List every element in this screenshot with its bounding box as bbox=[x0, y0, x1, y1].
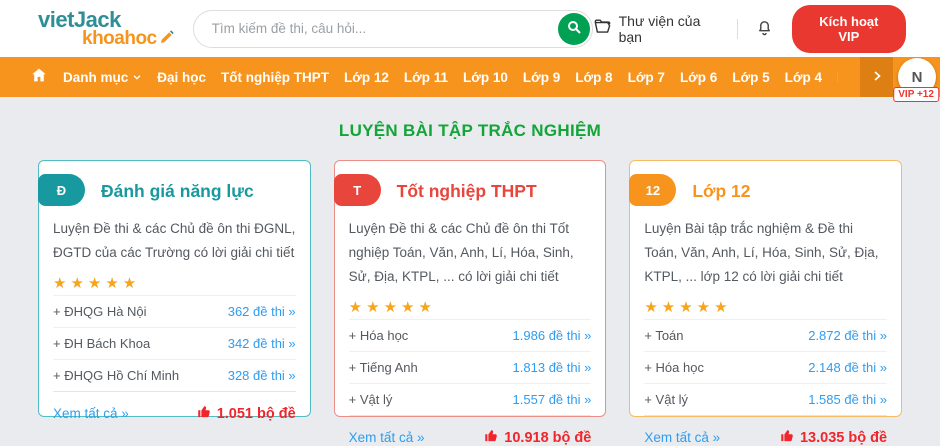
nav-item-lop-9[interactable]: Lớp 9 bbox=[523, 70, 560, 85]
category-cards: Đ Đánh giá năng lực Luyện Đề thi & các C… bbox=[38, 160, 903, 446]
exam-count-link[interactable]: 362 đề thi » bbox=[228, 304, 296, 319]
total-sets-value: 10.918 bộ đề bbox=[504, 429, 592, 446]
home-button[interactable] bbox=[30, 66, 48, 89]
site-logo[interactable]: vietJack khoahoc bbox=[38, 8, 175, 49]
activate-vip-button[interactable]: Kích hoạt VIP bbox=[791, 4, 906, 53]
thumbs-up-icon bbox=[780, 428, 795, 446]
card-description: Luyện Bài tập trắc nghiệm & Đề thi Toán,… bbox=[644, 221, 879, 284]
nav-item-danh-muc[interactable]: Danh mục bbox=[63, 70, 142, 85]
total-sets-value: 13.035 bộ đề bbox=[799, 429, 888, 446]
search-bar bbox=[192, 9, 593, 48]
chevron-down-icon bbox=[132, 70, 142, 85]
list-item[interactable]: + Vật lý 1.557 đề thi » bbox=[348, 383, 592, 415]
exam-count-link[interactable]: 1.986 đề thi » bbox=[513, 328, 592, 343]
exam-count-link[interactable]: 342 đề thi » bbox=[228, 336, 296, 351]
nav-item-lop-3-truncated[interactable]: Lớp bbox=[837, 70, 838, 85]
nav-item-lop-11[interactable]: Lớp 11 bbox=[404, 70, 448, 85]
search-icon bbox=[566, 19, 582, 38]
view-all-link[interactable]: Xem tất cả » bbox=[644, 430, 720, 445]
chevron-right-icon bbox=[871, 70, 883, 85]
library-link[interactable]: Thư viện của bạn bbox=[593, 13, 722, 45]
exam-count-link[interactable]: 1.585 đề thi » bbox=[808, 392, 887, 407]
card-badge: T bbox=[333, 174, 381, 206]
header-divider bbox=[736, 18, 738, 39]
nav-item-lop-5[interactable]: Lớp 5 bbox=[732, 70, 769, 85]
view-all-link[interactable]: Xem tất cả » bbox=[53, 406, 129, 421]
bell-icon bbox=[755, 18, 774, 40]
total-sets: 10.918 bộ đề bbox=[484, 428, 591, 446]
card-badge: Đ bbox=[38, 174, 85, 206]
section-title: LUYỆN BÀI TẬP TRẮC NGHIỆM bbox=[338, 121, 602, 140]
view-all-link[interactable]: Xem tất cả » bbox=[349, 430, 425, 445]
rating-stars-icon: ★★★★★ bbox=[53, 275, 141, 292]
list-item[interactable]: + Toán 2.872 đề thi » bbox=[644, 319, 888, 351]
rating-stars-icon: ★★★★★ bbox=[348, 299, 436, 316]
nav-item-lop-7[interactable]: Lớp 7 bbox=[628, 70, 665, 85]
list-item[interactable]: + Hóa học 1.986 đề thi » bbox=[348, 319, 592, 351]
main-nav: Danh mục Đại học Tốt nghiệp THPT Lớp 12 … bbox=[0, 57, 940, 102]
nav-scroll-next-button[interactable] bbox=[860, 57, 893, 97]
logo-text-khoahoc: khoahoc bbox=[82, 28, 157, 49]
card-title-link[interactable]: Lớp 12 bbox=[692, 176, 887, 206]
list-item[interactable]: + ĐHQG Hà Nội 362 đề thi » bbox=[53, 295, 296, 327]
rating-stars-icon: ★★★★★ bbox=[644, 299, 732, 316]
library-label: Thư viện của bạn bbox=[618, 12, 701, 45]
subject-label: + Hóa học bbox=[348, 328, 409, 343]
exam-count-link[interactable]: 2.148 đề thi » bbox=[808, 360, 887, 375]
exam-count-link[interactable]: 1.557 đề thi » bbox=[513, 392, 592, 407]
card-description: Luyện Đề thi & các Chủ đề ôn thi ĐGNL, Đ… bbox=[53, 221, 296, 260]
nav-item-lop-8[interactable]: Lớp 8 bbox=[575, 70, 612, 85]
card-footer: Xem tất cả » 13.035 bộ đề bbox=[644, 415, 888, 446]
nav-item-lop-4[interactable]: Lớp 4 bbox=[785, 70, 822, 85]
thumbs-up-icon bbox=[484, 428, 499, 446]
subject-label: + ĐH Bách Khoa bbox=[53, 336, 151, 351]
exam-count-link[interactable]: 1.813 đề thi » bbox=[513, 360, 592, 375]
subject-label: + Vật lý bbox=[644, 392, 689, 407]
nav-item-lop-10[interactable]: Lớp 10 bbox=[463, 70, 508, 85]
card-footer: Xem tất cả » 1.051 bộ đề bbox=[53, 391, 296, 437]
list-item[interactable]: + Tiếng Anh 1.813 đề thi » bbox=[348, 351, 592, 383]
nav-item-lop-12[interactable]: Lớp 12 bbox=[344, 70, 389, 85]
card-title-link[interactable]: Đánh giá năng lực bbox=[101, 176, 296, 206]
nav-item-tot-nghiep-thpt[interactable]: Tốt nghiệp THPT bbox=[221, 70, 329, 85]
list-item[interactable]: + Vật lý 1.585 đề thi » bbox=[644, 383, 888, 415]
card-lop-12: 12 Lớp 12 Luyện Bài tập trắc nghiệm & Đề… bbox=[629, 160, 903, 446]
subject-label: + Hóa học bbox=[644, 360, 704, 375]
card-tot-nghiep-thpt: T Tốt nghiệp THPT Luyện Đề thi & các Chủ… bbox=[333, 160, 607, 446]
main-content: LUYỆN BÀI TẬP TRẮC NGHIỆM Đ Đánh giá năn… bbox=[0, 97, 940, 446]
list-item[interactable]: + ĐHQG Hồ Chí Minh 328 đề thi » bbox=[53, 359, 296, 391]
nav-links: Danh mục Đại học Tốt nghiệp THPT Lớp 12 … bbox=[0, 57, 838, 97]
card-footer: Xem tất cả » 10.918 bộ đề bbox=[348, 415, 592, 446]
thumbs-up-icon bbox=[197, 404, 212, 423]
subject-label: + Tiếng Anh bbox=[348, 360, 418, 375]
home-icon bbox=[30, 66, 48, 89]
exam-count-link[interactable]: 328 đề thi » bbox=[228, 368, 296, 383]
subject-label: + ĐHQG Hà Nội bbox=[53, 304, 147, 319]
search-input[interactable] bbox=[192, 9, 593, 48]
search-button[interactable] bbox=[557, 12, 590, 45]
account-menu[interactable]: N VIP +12 bbox=[893, 58, 939, 102]
list-item[interactable]: + ĐH Bách Khoa 342 đề thi » bbox=[53, 327, 296, 359]
pencil-icon bbox=[159, 29, 175, 49]
list-item[interactable]: + Hóa học 2.148 đề thi » bbox=[644, 351, 888, 383]
folder-icon bbox=[593, 17, 612, 41]
subject-label: + ĐHQG Hồ Chí Minh bbox=[53, 368, 180, 383]
nav-item-lop-6[interactable]: Lớp 6 bbox=[680, 70, 717, 85]
subject-label: + Vật lý bbox=[348, 392, 393, 407]
vip-status-badge: VIP +12 bbox=[893, 87, 939, 102]
total-sets: 13.035 bộ đề bbox=[780, 428, 887, 446]
nav-item-dai-hoc[interactable]: Đại học bbox=[157, 70, 206, 85]
subject-label: + Toán bbox=[644, 328, 684, 343]
card-badge: 12 bbox=[629, 174, 677, 206]
card-title-link[interactable]: Tốt nghiệp THPT bbox=[397, 176, 592, 206]
header: vietJack khoahoc Thư viện của bạn bbox=[0, 0, 940, 57]
exam-count-link[interactable]: 2.872 đề thi » bbox=[808, 328, 887, 343]
total-sets-value: 1.051 bộ đề bbox=[216, 405, 296, 422]
card-danh-gia-nang-luc: Đ Đánh giá năng lực Luyện Đề thi & các C… bbox=[38, 160, 311, 422]
notifications-button[interactable] bbox=[753, 16, 776, 42]
card-description: Luyện Đề thi & các Chủ đề ôn thi Tốt ngh… bbox=[348, 221, 574, 284]
total-sets: 1.051 bộ đề bbox=[197, 404, 296, 423]
